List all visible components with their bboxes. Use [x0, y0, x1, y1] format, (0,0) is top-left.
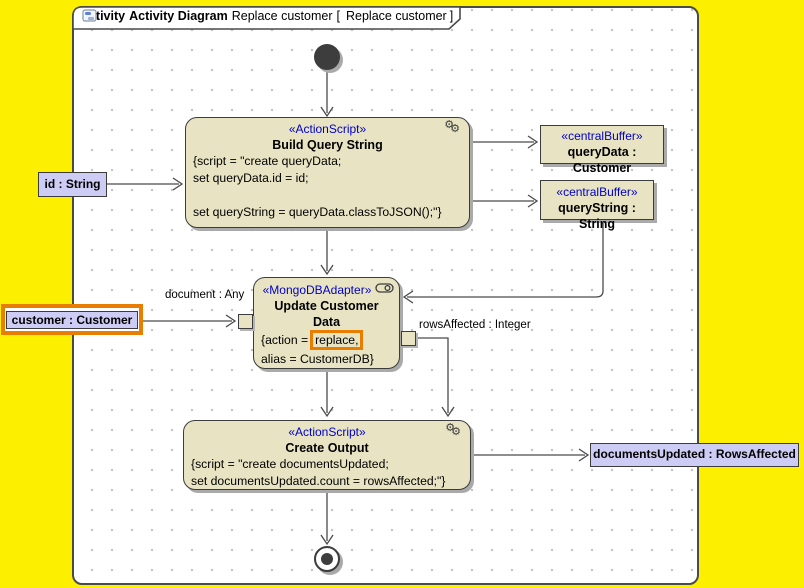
- stereotype-label: «MongoDBAdapter»: [263, 283, 372, 297]
- activity-final-node[interactable]: [314, 546, 340, 572]
- adapter-icon: [375, 281, 394, 297]
- frame-diagram-name: Replace customer: [232, 9, 333, 23]
- stereotype-label: «ActionScript»: [184, 424, 470, 440]
- action-name: Update Customer Data: [254, 298, 399, 330]
- gear-icon: ⚙: [450, 123, 460, 135]
- input-pin-document[interactable]: [238, 314, 253, 329]
- activity-parameter-documentsupdated[interactable]: documentsUpdated : RowsAffected: [590, 443, 799, 467]
- gears-icon: ⚙⚙: [444, 120, 464, 130]
- activity-parameter-customer[interactable]: customer : Customer: [6, 311, 139, 329]
- output-pin-rowsaffected[interactable]: [401, 331, 416, 346]
- bracket-open: [: [337, 9, 340, 23]
- script-line: [186, 187, 469, 204]
- action-name: Build Query String: [186, 137, 469, 153]
- frame-header-text: activityActivity DiagramReplace customer…: [82, 9, 453, 23]
- action-property-line: {action =replace,: [254, 330, 399, 351]
- stereotype-label: «centralBuffer»: [541, 128, 663, 144]
- buffer-name: queryString : String: [541, 200, 653, 232]
- initial-node[interactable]: [314, 44, 340, 70]
- final-node-dot: [321, 553, 333, 565]
- frame-header-tab[interactable]: activityActivity DiagramReplace customer…: [72, 6, 462, 30]
- action-update-customer-data[interactable]: «MongoDBAdapter» Update Customer Data {a…: [253, 277, 400, 369]
- action-name: Create Output: [184, 440, 470, 456]
- highlight-box-customer: customer : Customer: [1, 304, 143, 335]
- frame-ref-name: Replace customer: [346, 9, 447, 23]
- bracket-close: ]: [450, 9, 453, 23]
- buffer-name: queryData : Customer: [541, 144, 663, 176]
- script-line: {script = "create queryData;: [186, 153, 469, 170]
- action-create-output[interactable]: ⚙⚙ «ActionScript» Create Output {script …: [183, 420, 471, 490]
- script-line: {script = "create documentsUpdated;: [184, 456, 470, 473]
- action-prefix: {action =: [261, 333, 308, 347]
- highlighted-value-replace: replace,: [310, 330, 363, 350]
- pin-label-rowsaffected[interactable]: rowsAffected : Integer: [419, 319, 531, 331]
- central-buffer-querystring[interactable]: «centralBuffer» queryString : String: [540, 180, 654, 220]
- action-build-query-string[interactable]: ⚙⚙ «ActionScript» Build Query String {sc…: [185, 117, 470, 228]
- activity-parameter-id[interactable]: id : String: [38, 172, 107, 197]
- stereotype-row: «MongoDBAdapter»: [254, 281, 399, 298]
- script-line: set queryData.id = id;: [186, 170, 469, 187]
- frame-diagram-type: Activity Diagram: [129, 9, 228, 23]
- script-line: set queryString = queryData.classToJSON(…: [186, 204, 469, 221]
- pin-label-document[interactable]: document : Any: [165, 289, 244, 301]
- alias-property-line: alias = CustomerDB}: [254, 351, 399, 368]
- gears-icon: ⚙⚙: [445, 423, 465, 433]
- stereotype-label: «ActionScript»: [186, 121, 469, 137]
- gear-icon: ⚙: [451, 426, 461, 438]
- central-buffer-querydata[interactable]: «centralBuffer» queryData : Customer: [540, 125, 664, 164]
- diagram-canvas: activityActivity DiagramReplace customer…: [0, 0, 804, 588]
- script-line: set documentsUpdated.count = rowsAffecte…: [184, 473, 470, 490]
- stereotype-label: «centralBuffer»: [541, 184, 653, 200]
